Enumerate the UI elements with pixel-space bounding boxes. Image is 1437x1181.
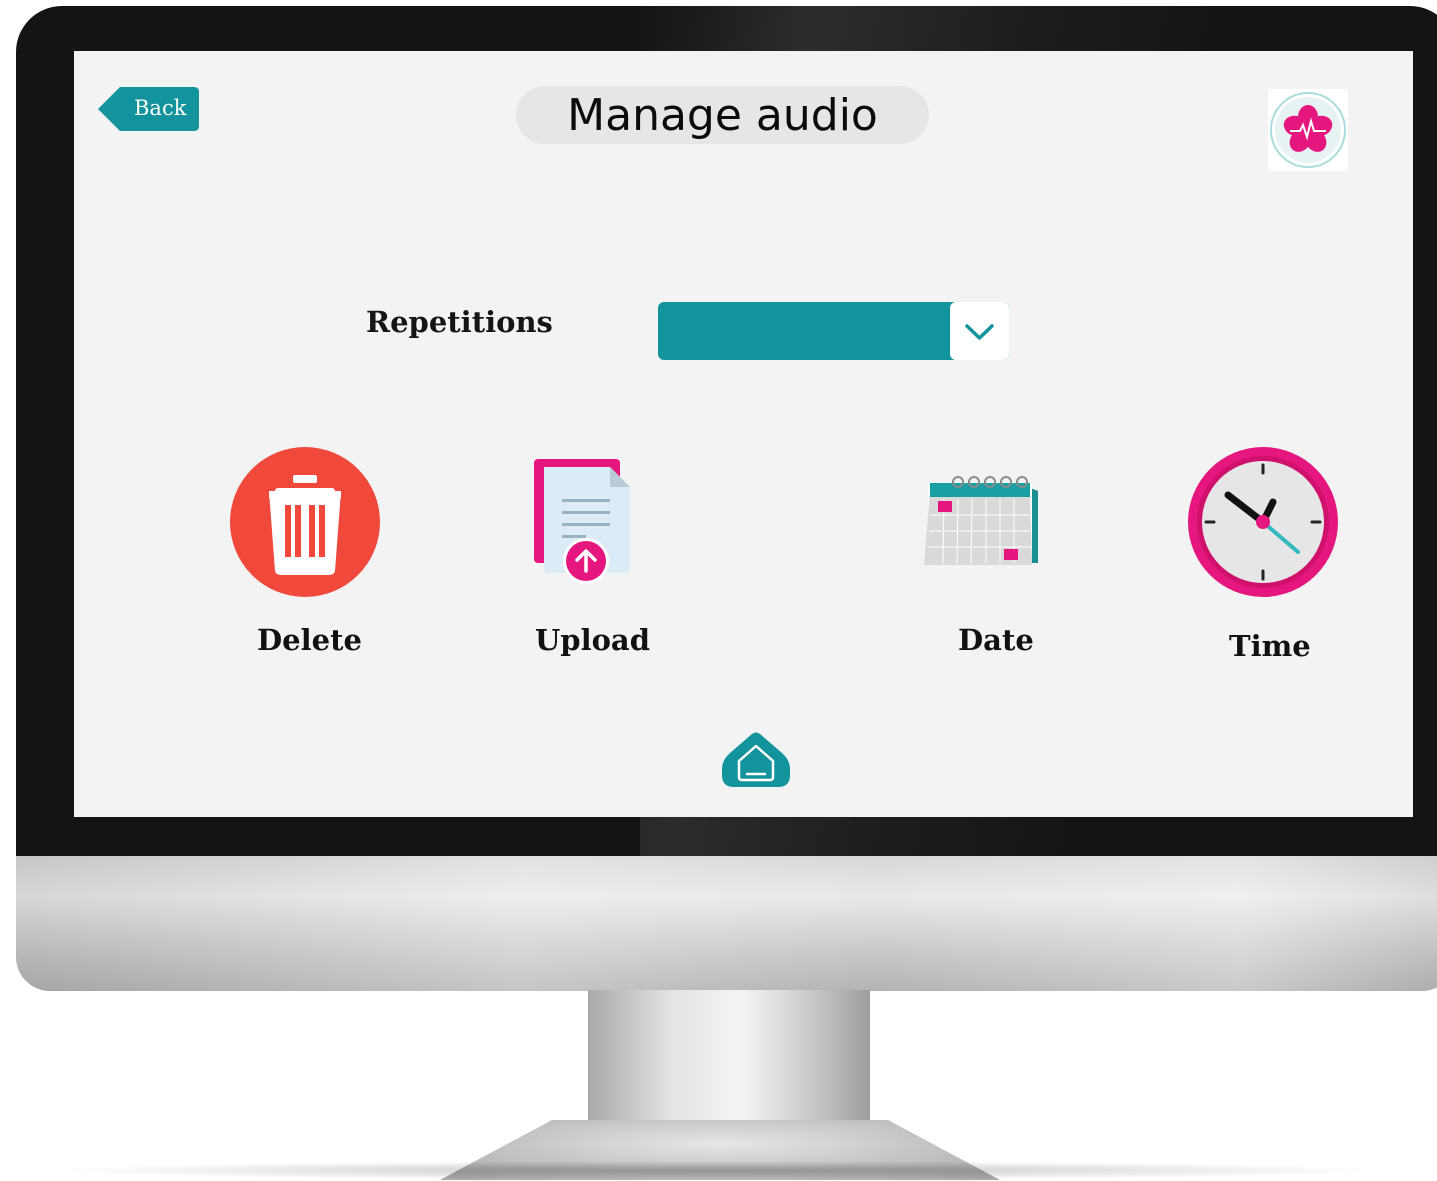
monitor-stand-neck: [588, 990, 870, 1140]
delete-action[interactable]: Delete: [229, 445, 381, 665]
calendar-icon: [924, 476, 1038, 565]
monitor-chin-shade: [16, 856, 1437, 991]
trash-icon: [230, 447, 380, 597]
back-button-label: Back: [134, 96, 187, 120]
upload-document-icon: [534, 459, 630, 584]
delete-label: Delete: [257, 623, 362, 657]
repetitions-dropdown[interactable]: [658, 302, 1009, 360]
monitor-shadow: [0, 1160, 1437, 1181]
upload-label: Upload: [535, 623, 650, 657]
date-label: Date: [958, 623, 1034, 657]
repetitions-label: Repetitions: [366, 305, 553, 339]
dropdown-toggle[interactable]: [950, 302, 1009, 360]
upload-action[interactable]: Upload: [530, 457, 700, 665]
page-title: Manage audio: [567, 89, 878, 141]
medical-star-logo-icon: [1268, 89, 1348, 171]
chevron-down-icon: [965, 324, 994, 340]
home-icon: [722, 732, 790, 787]
time-action[interactable]: Time: [1186, 445, 1346, 671]
clock-icon: [1188, 447, 1338, 597]
app-screen: Back Manage audio Repetitions Delete Upl…: [74, 51, 1413, 817]
date-action[interactable]: Date: [924, 473, 1054, 665]
back-button[interactable]: Back: [98, 87, 199, 131]
time-label: Time: [1229, 629, 1311, 663]
page-title-pill: Manage audio: [516, 86, 929, 144]
home-button[interactable]: [722, 731, 790, 787]
